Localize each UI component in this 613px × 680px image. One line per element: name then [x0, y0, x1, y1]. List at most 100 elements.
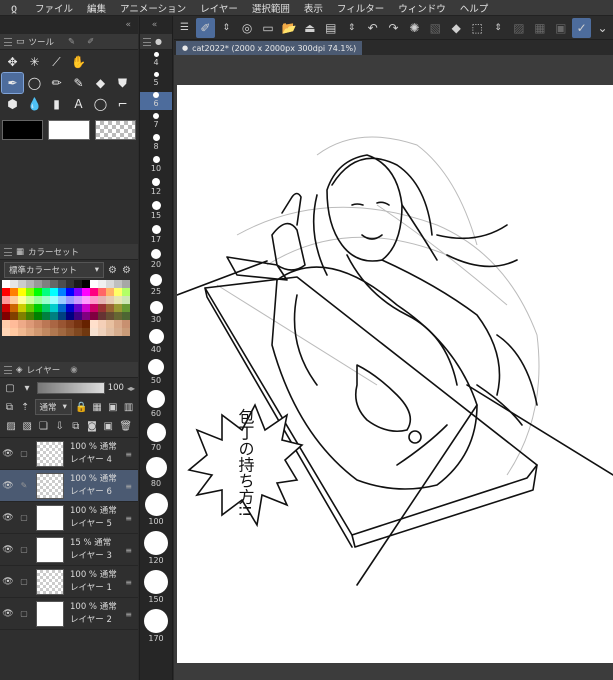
new-vector-layer-icon[interactable]: ▧: [22, 420, 32, 434]
palette-color-cell[interactable]: [114, 304, 122, 312]
collapse-icon[interactable]: «: [152, 20, 158, 30]
palette-color-cell[interactable]: [90, 304, 98, 312]
delete-layer-icon[interactable]: 🗑: [119, 420, 132, 434]
color-set-dropdown[interactable]: 標準カラーセット ▾: [4, 262, 104, 278]
sub-color-swatch[interactable]: [48, 120, 90, 140]
deselect-icon[interactable]: ▨: [510, 18, 529, 38]
transfer-down-icon[interactable]: ⇩: [55, 420, 65, 434]
palette-color-cell[interactable]: [106, 280, 114, 288]
palette-color-cell[interactable]: [74, 320, 82, 328]
ruler-tool-icon[interactable]: ⌐: [112, 94, 133, 114]
palette-color-cell[interactable]: [114, 280, 122, 288]
palette-color-cell[interactable]: [42, 320, 50, 328]
palette-color-cell[interactable]: [18, 312, 26, 320]
palette-color-cell[interactable]: [82, 320, 90, 328]
palette-color-cell[interactable]: [50, 320, 58, 328]
pen-active-icon[interactable]: ✐: [195, 17, 215, 38]
stepper-icon-3[interactable]: ⇕: [489, 18, 508, 38]
brush-size-tab-icon[interactable]: ●: [155, 37, 162, 46]
brush-size-item[interactable]: 70: [140, 423, 172, 454]
eyedropper-tool-icon[interactable]: ⟋: [46, 52, 67, 72]
lock-state-icon[interactable]: ▢: [16, 609, 32, 618]
palette-color-cell[interactable]: [18, 296, 26, 304]
palette-color-cell[interactable]: [42, 304, 50, 312]
palette-color-cell[interactable]: [66, 320, 74, 328]
settings-icon[interactable]: ⚙: [122, 265, 131, 276]
palette-color-cell[interactable]: [18, 328, 26, 336]
palette-color-cell[interactable]: [98, 296, 106, 304]
palette-color-cell[interactable]: [74, 328, 82, 336]
brush-size-item[interactable]: 12: [140, 178, 172, 198]
palette-color-cell[interactable]: [34, 320, 42, 328]
app-logo-icon[interactable]: ჲ: [0, 0, 28, 16]
palette-color-cell[interactable]: [18, 304, 26, 312]
palette-color-cell[interactable]: [122, 312, 130, 320]
palette-color-cell[interactable]: [34, 296, 42, 304]
menu-window[interactable]: ウィンドウ: [391, 1, 453, 15]
wrench-icon[interactable]: ⚙: [108, 265, 117, 276]
palette-color-cell[interactable]: [66, 280, 74, 288]
brush-size-item[interactable]: 5: [140, 72, 172, 89]
move-tool-icon[interactable]: ✥: [2, 52, 23, 72]
layer-property-tab-icon[interactable]: ◉: [70, 365, 77, 375]
palette-color-cell[interactable]: [26, 304, 34, 312]
brush-size-item[interactable]: 4: [140, 52, 172, 69]
palette-color-cell[interactable]: [50, 312, 58, 320]
palette-color-cell[interactable]: [98, 320, 106, 328]
palette-color-cell[interactable]: [82, 288, 90, 296]
palette-color-cell[interactable]: [2, 328, 10, 336]
layer-row[interactable]: 👁 ▢ 15 % 通常 レイヤー 3 ≡: [0, 534, 138, 566]
balloon-tool-icon[interactable]: ◯: [90, 94, 111, 114]
palette-color-icon[interactable]: ▥: [122, 400, 135, 414]
layer-menu-icon[interactable]: ≡: [125, 578, 132, 587]
palette-color-cell[interactable]: [122, 280, 130, 288]
menu-hamburger-icon[interactable]: ☰: [175, 18, 194, 38]
menu-filter[interactable]: フィルター: [330, 1, 391, 15]
reference-icon[interactable]: ▾: [20, 381, 34, 395]
menu-edit[interactable]: 編集: [80, 1, 113, 15]
palette-color-cell[interactable]: [122, 304, 130, 312]
brush-size-item[interactable]: 30: [140, 301, 172, 326]
palette-color-cell[interactable]: [106, 304, 114, 312]
menu-file[interactable]: ファイル: [28, 1, 80, 15]
palette-color-cell[interactable]: [34, 288, 42, 296]
palette-color-cell[interactable]: [2, 280, 10, 288]
hand-tool-icon[interactable]: ✋: [68, 52, 89, 72]
crop-icon[interactable]: ▣: [551, 18, 570, 38]
palette-color-cell[interactable]: [34, 280, 42, 288]
export-icon[interactable]: ▤: [321, 18, 340, 38]
palette-color-cell[interactable]: [66, 296, 74, 304]
palette-color-cell[interactable]: [42, 288, 50, 296]
create-mask-icon[interactable]: ◙: [87, 420, 97, 434]
eye-icon[interactable]: 👁: [0, 481, 16, 491]
snap-icon[interactable]: ✓: [572, 17, 592, 38]
brush-size-item[interactable]: 80: [140, 457, 172, 490]
palette-color-cell[interactable]: [114, 296, 122, 304]
layer-mask-icon[interactable]: ▢: [3, 381, 17, 395]
gradient-tool-icon[interactable]: ▮: [46, 94, 67, 114]
eye-icon[interactable]: 👁: [0, 609, 16, 619]
lock-state-icon[interactable]: ▢: [16, 513, 32, 522]
lasso-tool-icon[interactable]: ◯: [24, 73, 45, 93]
panel-grip-icon[interactable]: [4, 365, 12, 374]
palette-color-cell[interactable]: [42, 312, 50, 320]
pen-tool-icon[interactable]: ✒: [1, 72, 24, 94]
palette-color-cell[interactable]: [50, 328, 58, 336]
eye-icon[interactable]: 👁: [0, 577, 16, 587]
tool-panel-tab[interactable]: ツール: [29, 36, 55, 48]
new-folder-icon[interactable]: ❏: [38, 420, 48, 434]
panel-grip-icon[interactable]: [4, 247, 12, 256]
stepper-icon-2[interactable]: ⇕: [342, 18, 361, 38]
palette-color-cell[interactable]: [34, 304, 42, 312]
palette-color-cell[interactable]: [106, 288, 114, 296]
layer-row[interactable]: 👁 ▢ 100 % 通常 レイヤー 5 ≡: [0, 502, 138, 534]
palette-color-cell[interactable]: [122, 288, 130, 296]
palette-color-cell[interactable]: [122, 296, 130, 304]
fill-tool-icon[interactable]: ⛊: [112, 73, 133, 93]
palette-color-cell[interactable]: [18, 280, 26, 288]
palette-color-cell[interactable]: [90, 312, 98, 320]
loading-icon[interactable]: ✺: [405, 18, 424, 38]
palette-color-cell[interactable]: [90, 288, 98, 296]
pencil-tool-icon[interactable]: ✏: [46, 73, 67, 93]
palette-color-cell[interactable]: [106, 320, 114, 328]
